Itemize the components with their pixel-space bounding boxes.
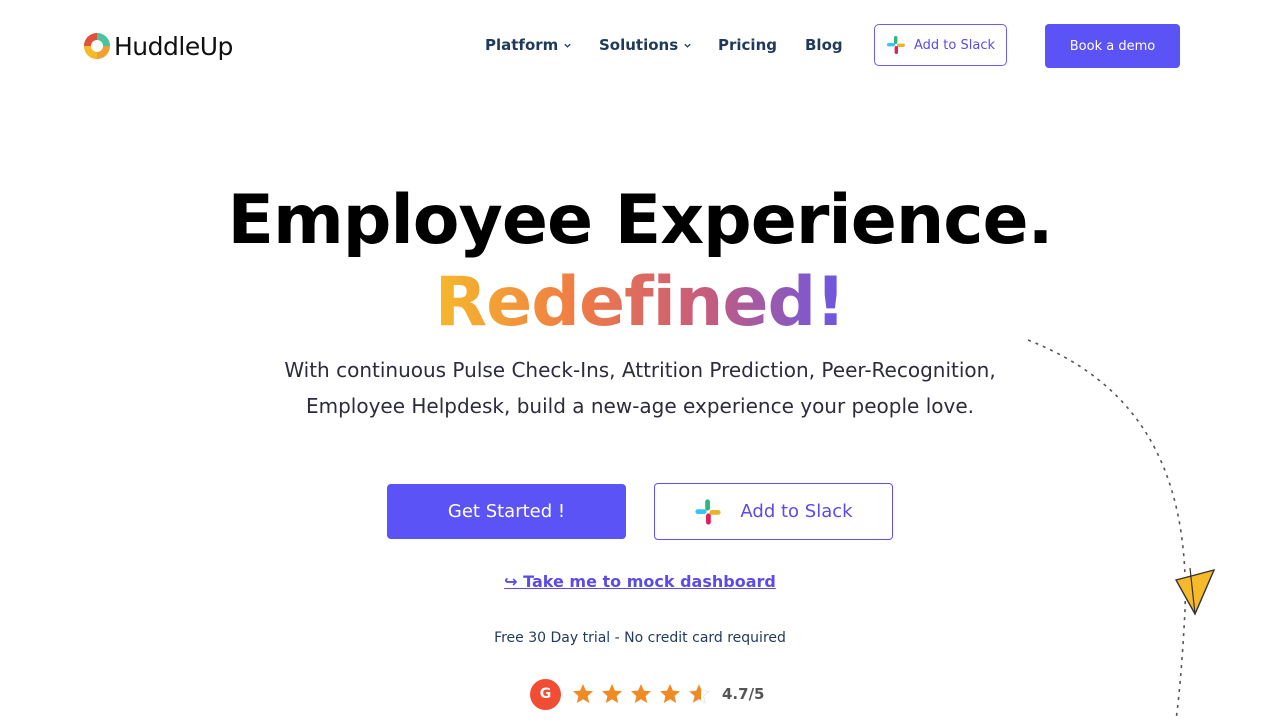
logo[interactable]: HuddleUp: [82, 29, 233, 63]
g2-logo: G: [530, 678, 561, 710]
nav-solutions[interactable]: Solutions: [599, 34, 692, 56]
hero-description-line-2: Employee Helpdesk, build a new-age exper…: [305, 394, 975, 418]
star-icon: [660, 684, 680, 703]
hero-description: With continuous Pulse Check-Ins, Attriti…: [240, 352, 1040, 424]
book-demo-button[interactable]: Book a demo: [1045, 24, 1180, 68]
slack-icon: [887, 36, 905, 54]
star-half-icon: [688, 683, 710, 704]
huddleup-logo-icon: [84, 33, 110, 59]
add-to-slack-hero-label: Add to Slack: [740, 501, 853, 522]
hero-title: Employee Experience.: [227, 181, 1054, 260]
nav-blog[interactable]: Blog: [805, 34, 843, 56]
chevron-down-icon: [564, 43, 571, 48]
slack-icon: [695, 498, 722, 525]
decorative-flight-path: [1027, 339, 1216, 720]
get-started-label: Get Started !: [447, 501, 566, 522]
get-started-button[interactable]: Get Started !: [387, 484, 626, 539]
nav-platform-label: Platform: [485, 36, 559, 54]
star-icon: [573, 684, 593, 703]
nav-platform[interactable]: Platform: [485, 34, 572, 56]
rating-bar: G 4.7/5: [530, 678, 765, 710]
add-to-slack-button-header[interactable]: Add to Slack: [874, 24, 1007, 66]
paper-plane-icon: [1174, 567, 1216, 616]
nav-solutions-label: Solutions: [599, 36, 679, 54]
star-icon: [631, 684, 651, 703]
book-demo-label: Book a demo: [1069, 38, 1156, 54]
brand-name: HuddleUp: [114, 31, 233, 61]
nav-pricing[interactable]: Pricing: [718, 34, 777, 56]
hero-subtitle-text: Redefined!: [434, 263, 846, 342]
rating-text: 4.7/5: [722, 685, 765, 703]
nav-pricing-label: Pricing: [718, 36, 777, 54]
nav-blog-label: Blog: [805, 36, 843, 54]
add-to-slack-button-hero[interactable]: Add to Slack: [654, 483, 893, 540]
chevron-down-icon: [684, 43, 691, 48]
hero-description-line-1: With continuous Pulse Check-Ins, Attriti…: [284, 358, 996, 382]
add-to-slack-label: Add to Slack: [914, 37, 995, 53]
star-icon: [602, 684, 622, 703]
